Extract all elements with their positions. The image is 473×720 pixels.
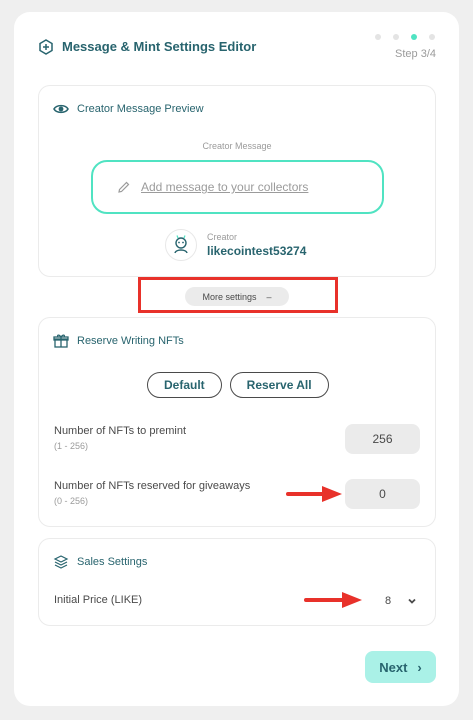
creator-message-input[interactable] xyxy=(141,180,371,194)
initial-price-select[interactable]: 8 xyxy=(375,589,421,613)
add-circle-icon xyxy=(39,39,53,55)
initial-price-label: Initial Price (LIKE) xyxy=(54,594,143,606)
layers-icon xyxy=(53,555,69,569)
creator-info: Creator likecointest53274 xyxy=(165,229,306,261)
sales-settings-panel: Sales Settings Initial Price (LIKE) 8 xyxy=(38,538,436,626)
sales-heading: Sales Settings xyxy=(77,556,148,568)
chevron-right-icon: › xyxy=(417,659,422,675)
gift-icon xyxy=(53,334,69,348)
reserve-heading: Reserve Writing NFTs xyxy=(77,335,184,347)
reserve-header: Reserve Writing NFTs xyxy=(53,333,184,349)
giveaway-range: (0 - 256) xyxy=(54,496,89,506)
giveaway-field-label: Number of NFTs reserved for giveaways (0… xyxy=(54,479,250,509)
giveaway-label: Number of NFTs reserved for giveaways xyxy=(54,480,251,492)
reserve-preset-buttons: Default Reserve All xyxy=(147,372,329,398)
arrow-right-icon xyxy=(286,486,342,502)
eye-icon xyxy=(53,104,69,114)
highlight-box xyxy=(138,277,338,313)
sales-header: Sales Settings xyxy=(53,554,147,570)
preview-header: Creator Message Preview xyxy=(53,101,204,117)
premint-field-label: Number of NFTs to premint (1 - 256) xyxy=(54,424,186,454)
step-dot-3-active xyxy=(411,34,417,40)
initial-price-value: 8 xyxy=(385,595,392,607)
pencil-icon xyxy=(118,181,130,193)
creator-role: Creator xyxy=(207,231,238,242)
next-button[interactable]: Next › xyxy=(365,651,436,683)
giveaway-input[interactable] xyxy=(345,479,420,509)
step-indicator xyxy=(375,34,435,40)
arrow-right-icon xyxy=(304,592,362,608)
page-title: Message & Mint Settings Editor xyxy=(62,39,257,54)
step-dot-1 xyxy=(375,34,381,40)
chevron-down-icon xyxy=(408,598,416,604)
premint-input[interactable] xyxy=(345,424,420,454)
creator-message-label: Creator Message xyxy=(202,141,272,151)
creator-message-preview-panel: Creator Message Preview Creator Message … xyxy=(38,85,436,277)
premint-label: Number of NFTs to premint xyxy=(54,425,187,437)
step-dot-4 xyxy=(429,34,435,40)
creator-avatar-icon xyxy=(174,235,188,254)
creator-message-box[interactable] xyxy=(91,160,384,214)
default-button[interactable]: Default xyxy=(147,372,222,398)
reserve-all-button[interactable]: Reserve All xyxy=(229,372,329,398)
next-label: Next xyxy=(379,659,408,675)
step-label: Step 3/4 xyxy=(395,48,436,60)
reserve-nfts-panel: Reserve Writing NFTs Default Reserve All… xyxy=(38,317,436,527)
step-dot-2 xyxy=(393,34,399,40)
editor-card: Message & Mint Settings Editor Step 3/4 … xyxy=(14,12,459,706)
avatar xyxy=(165,229,197,261)
creator-name: likecointest53274 xyxy=(207,243,307,258)
preview-heading: Creator Message Preview xyxy=(77,103,204,115)
premint-range: (1 - 256) xyxy=(54,441,89,451)
